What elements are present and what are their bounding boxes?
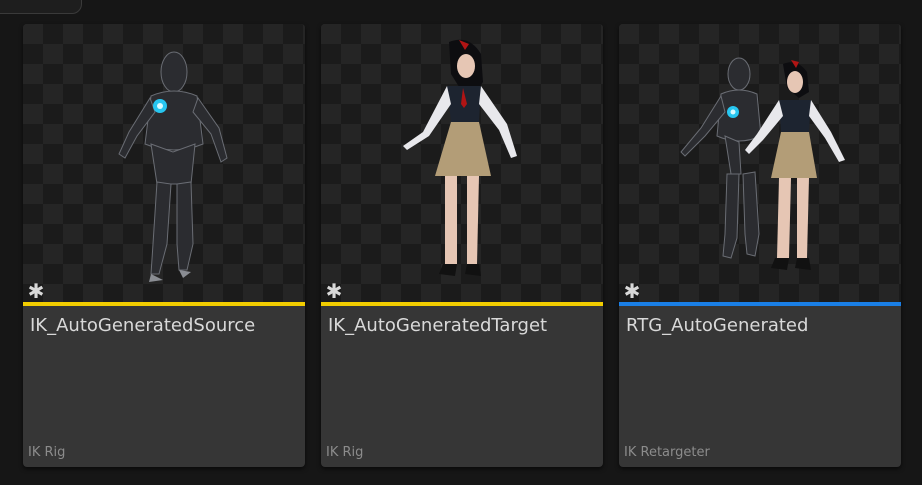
top-tab-corner xyxy=(0,0,82,14)
robot-mannequin-thumbnail xyxy=(118,51,228,282)
asset-thumbnail xyxy=(321,24,603,302)
asterisk-badge-icon: ✱ xyxy=(623,279,641,303)
asterisk-badge-icon: ✱ xyxy=(27,279,45,303)
asset-name: IK_AutoGeneratedSource xyxy=(30,315,256,336)
asset-name: IK_AutoGeneratedTarget xyxy=(328,315,548,336)
asterisk-badge-icon: ✱ xyxy=(325,279,343,303)
asset-thumbnail xyxy=(619,24,901,302)
retarget-pair-thumbnail xyxy=(680,57,845,270)
asset-tile-ik-target[interactable]: ✱ IK_AutoGeneratedTarget IK Rig xyxy=(321,24,603,467)
asset-tile-ik-source[interactable]: ✱ IK_AutoGeneratedSource IK Rig xyxy=(23,24,305,467)
asset-type-color-bar xyxy=(23,302,305,306)
asset-type-color-bar xyxy=(619,302,901,306)
asset-type-label: IK Rig xyxy=(326,445,364,460)
asset-type-color-bar xyxy=(321,302,603,306)
asset-thumbnail xyxy=(23,24,305,302)
asset-type-label: IK Rig xyxy=(28,445,66,460)
asset-type-label: IK Retargeter xyxy=(624,445,710,460)
asset-name: RTG_AutoGenerated xyxy=(626,315,809,336)
schoolgirl-character-thumbnail xyxy=(403,39,517,276)
asset-tile-retargeter[interactable]: ✱ RTG_AutoGenerated IK Retargeter xyxy=(619,24,901,467)
